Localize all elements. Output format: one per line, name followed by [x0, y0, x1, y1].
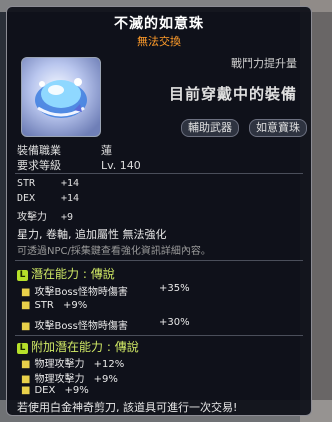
potential-line: ■ 攻擊Boss怪物時傷害 +30% [21, 317, 190, 332]
stat-row: 攻擊力 +9 [17, 208, 73, 223]
requirement-value: 蓮 [101, 144, 112, 157]
additional-potential-stat: 物理攻擊力 [34, 359, 85, 370]
bullet-icon: ■ [21, 321, 31, 332]
power-increase-label: 戰鬥力提升量 [231, 57, 297, 70]
bullet-icon: ■ [21, 300, 31, 311]
potential-line: ■ STR +9% [21, 300, 87, 311]
additional-potential-value: +9% [93, 374, 118, 385]
divider [15, 173, 303, 174]
stat-row: DEX +14 [17, 193, 79, 204]
item-icon-frame [21, 57, 101, 137]
requirement-row-job: 裝備職業 蓮 [17, 142, 112, 158]
stat-row: STR +14 [17, 178, 79, 189]
stat-value: +14 [61, 178, 80, 189]
divider [15, 260, 303, 261]
potential-stat: STR [34, 300, 54, 311]
additional-potential-header: L 附加潛在能力 : 傳說 [17, 338, 139, 355]
trade-restriction: 無法交換 [137, 35, 181, 48]
additional-potential-stat: DEX [34, 385, 56, 396]
stat-value: +9 [61, 212, 74, 223]
scissors-trade-note: 若使用白金神奇剪刀, 該道具可進行一次交易! [17, 401, 238, 414]
potential-line: ■ 攻擊Boss怪物時傷害 +35% [21, 283, 190, 298]
stat-name: 攻擊力 [17, 212, 47, 223]
potential-header-label: 潛在能力 : [31, 267, 91, 281]
bullet-icon: ■ [21, 359, 31, 370]
item-tooltip: 不滅的如意珠 無法交換 戰鬥力提升量 目前穿戴中的裝備 輔助武器 如意寶珠 裝備… [6, 6, 312, 416]
potential-value: +9% [63, 300, 88, 311]
item-name: 不滅的如意珠 [114, 16, 204, 32]
potential-value: +35% [159, 283, 190, 294]
potential-grade: 傳說 [90, 267, 115, 281]
potential-stat: 攻擊Boss怪物時傷害 [34, 321, 128, 332]
additional-potential-header-label: 附加潛在能力 : [31, 340, 115, 354]
stat-value: +14 [61, 193, 80, 204]
requirement-label: 裝備職業 [17, 144, 61, 157]
potential-value: +30% [159, 317, 190, 328]
tag-secondary-weapon: 輔助武器 [181, 119, 239, 137]
requirement-label: 要求等級 [17, 159, 61, 172]
additional-potential-line: ■ 物理攻擊力 +9% [21, 370, 118, 385]
blue-crystal-orb-icon [35, 78, 87, 118]
additional-potential-line: ■ 物理攻擊力 +12% [21, 355, 124, 370]
additional-potential-stat: 物理攻擊力 [34, 374, 85, 385]
additional-potential-value: +12% [93, 359, 125, 370]
currently-equipped-label: 目前穿戴中的裝備 [168, 85, 297, 103]
tag-orb-type: 如意寶珠 [249, 119, 307, 137]
enhancement-properties: 星力, 卷軸, 追加屬性 無法強化 [17, 228, 167, 241]
additional-potential-grade: 傳說 [114, 340, 139, 354]
requirement-value: Lv. 140 [101, 159, 141, 172]
stat-name: DEX [17, 193, 36, 204]
stat-name: STR [17, 178, 36, 189]
additional-potential-value: +9% [64, 385, 89, 396]
bullet-icon: ■ [21, 374, 31, 385]
requirement-row-level: 要求等級 Lv. 140 [17, 157, 141, 173]
legendary-grade-icon: L [17, 270, 28, 281]
divider [15, 335, 303, 336]
bullet-icon: ■ [21, 287, 31, 298]
potential-stat: 攻擊Boss怪物時傷害 [34, 287, 128, 298]
bullet-icon: ■ [21, 385, 31, 396]
enhancement-hint: 可透過NPC/採集鍵查看強化資訊詳細內容。 [17, 246, 211, 257]
additional-potential-line: ■ DEX +9% [21, 385, 89, 396]
potential-header: L 潛在能力 : 傳說 [17, 265, 115, 282]
legendary-grade-icon: L [17, 343, 28, 354]
